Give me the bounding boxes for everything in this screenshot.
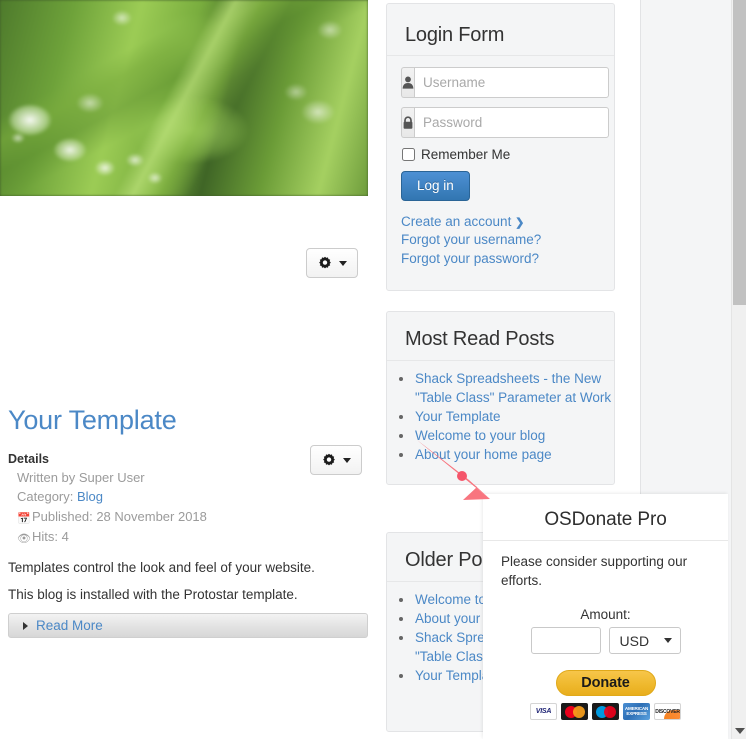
most-read-link-1[interactable]: Shack Spreadsheets - the New "Table Clas… bbox=[415, 371, 611, 405]
login-button[interactable]: Log in bbox=[401, 171, 470, 201]
module-most-read-posts: Most Read Posts Shack Spreadsheets - the… bbox=[386, 311, 615, 485]
donate-button[interactable]: Donate bbox=[555, 670, 656, 697]
login-form-title: Login Form bbox=[387, 4, 614, 56]
meta-category-link[interactable]: Blog bbox=[77, 489, 103, 504]
remember-me-label: Remember Me bbox=[421, 147, 511, 162]
remember-me-row[interactable]: Remember Me bbox=[402, 147, 600, 162]
password-input[interactable] bbox=[414, 107, 609, 138]
most-read-link-2[interactable]: Your Template bbox=[415, 409, 501, 424]
gear-icon bbox=[322, 453, 335, 466]
remember-me-checkbox[interactable] bbox=[402, 148, 415, 161]
meta-published: 📅Published: 28 November 2018 bbox=[17, 507, 298, 527]
username-input[interactable] bbox=[414, 67, 609, 98]
osdonate-description: Please consider supporting our efforts. bbox=[501, 554, 688, 588]
grass-dew-photo bbox=[0, 0, 368, 196]
meta-category: Category: Blog bbox=[17, 487, 298, 506]
most-read-list: Shack Spreadsheets - the New "Table Clas… bbox=[387, 369, 614, 464]
lock-icon bbox=[401, 107, 414, 138]
password-input-group bbox=[401, 107, 609, 138]
user-icon bbox=[401, 67, 414, 98]
forgot-password-link[interactable]: Forgot your password? bbox=[401, 250, 600, 268]
discover-label: DISCOVER bbox=[655, 708, 680, 715]
amex-label: AMERICAN EXPRESS bbox=[624, 705, 649, 716]
amount-input[interactable] bbox=[530, 627, 601, 655]
article-paragraph-2: This blog is installed with the Protosta… bbox=[8, 587, 298, 602]
maestro-icon bbox=[592, 703, 619, 721]
article-details: Details Written by Super User Category: … bbox=[8, 450, 298, 547]
article-paragraph-1: Templates control the look and feel of y… bbox=[8, 560, 315, 575]
scrollbar-thumb[interactable] bbox=[733, 0, 746, 305]
list-item: About your home page bbox=[414, 445, 614, 464]
login-form-body: Remember Me Log in Create an account ❯ F… bbox=[387, 56, 614, 282]
caret-down-icon bbox=[338, 260, 347, 266]
username-input-group bbox=[401, 67, 609, 98]
list-item: Welcome to your blog bbox=[414, 426, 614, 445]
read-more-label: Read More bbox=[36, 618, 103, 633]
vertical-scrollbar[interactable] bbox=[731, 0, 746, 739]
most-read-link-3[interactable]: Welcome to your blog bbox=[415, 428, 545, 443]
caret-down-icon bbox=[342, 457, 351, 463]
read-more-button[interactable]: Read More bbox=[8, 613, 368, 638]
list-item: Shack Spreadsheets - the New "Table Clas… bbox=[414, 369, 614, 407]
page-title: Your Template bbox=[8, 405, 177, 435]
meta-hits-text: Hits: 4 bbox=[32, 528, 69, 544]
chevron-right-icon: ❯ bbox=[515, 217, 525, 229]
meta-hits: 👁Hits: 4 bbox=[17, 527, 298, 547]
currency-select[interactable]: USD bbox=[608, 627, 681, 655]
eye-icon: 👁 bbox=[17, 532, 31, 545]
currency-selected-value: USD bbox=[619, 632, 650, 649]
scroll-down-arrow-icon[interactable] bbox=[735, 728, 745, 734]
main-content-column: Your Template Details Written by Super U… bbox=[0, 0, 370, 739]
discover-icon: DISCOVER bbox=[654, 703, 681, 721]
osdonate-title: OSDonate Pro bbox=[483, 494, 728, 541]
most-read-title: Most Read Posts bbox=[387, 312, 614, 361]
visa-icon: VISA bbox=[530, 703, 557, 721]
chevron-down-icon bbox=[663, 638, 672, 644]
article-options-gear-button[interactable] bbox=[310, 445, 362, 475]
article-featured-image bbox=[0, 0, 368, 196]
accepted-cards-row: VISA AMERICAN EXPRESS DISCOVER bbox=[483, 703, 728, 721]
create-account-link[interactable]: Create an account ❯ bbox=[401, 213, 600, 231]
module-login-form: Login Form Username Remember Me Log in C… bbox=[386, 3, 615, 291]
calendar-icon: 📅 bbox=[17, 512, 31, 525]
triangle-right-icon bbox=[23, 621, 28, 630]
article-meta-list: Written by Super User Category: Blog 📅Pu… bbox=[8, 468, 298, 547]
login-links: Create an account ❯ Forgot your username… bbox=[401, 213, 600, 268]
mastercard-icon bbox=[561, 703, 588, 721]
forgot-username-link[interactable]: Forgot your username? bbox=[401, 231, 600, 249]
gear-icon bbox=[318, 256, 331, 269]
article-options-gear-button-top[interactable] bbox=[306, 248, 358, 278]
amount-label: Amount: bbox=[580, 607, 631, 623]
visa-label: VISA bbox=[535, 708, 552, 716]
list-item: Your Template bbox=[414, 407, 614, 426]
american-express-icon: AMERICAN EXPRESS bbox=[623, 703, 650, 721]
meta-published-text: Published: 28 November 2018 bbox=[32, 508, 207, 524]
create-account-label: Create an account bbox=[401, 214, 512, 229]
meta-author: Written by Super User bbox=[17, 470, 145, 486]
most-read-link-4[interactable]: About your home page bbox=[415, 447, 552, 462]
osdonate-pro-popup: OSDonate Pro Please consider supporting … bbox=[483, 494, 728, 739]
meta-category-label: Category: bbox=[17, 489, 74, 505]
details-label: Details bbox=[8, 452, 49, 466]
page-root: Your Template Details Written by Super U… bbox=[0, 0, 746, 739]
amount-row: USD bbox=[483, 627, 728, 655]
